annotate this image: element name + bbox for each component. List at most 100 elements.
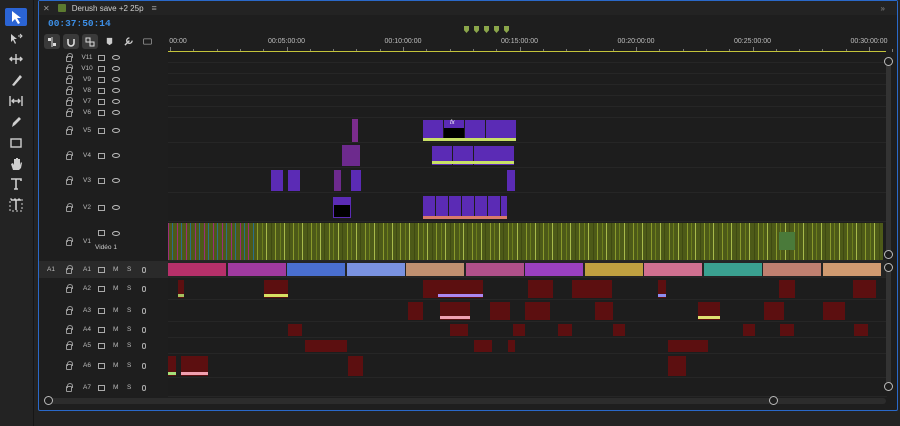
video-clip[interactable] [507,170,515,191]
track-name[interactable]: V7 [79,98,95,105]
v1-stripe[interactable] [677,223,679,260]
v1-stripe[interactable] [485,223,487,260]
track-name[interactable]: V6 [79,109,95,116]
v1-stripe[interactable] [637,223,639,260]
video-clip[interactable] [462,196,474,217]
thumbnail-clip[interactable] [779,232,795,250]
audio-clip[interactable] [572,280,612,298]
v1-stripe[interactable] [615,223,616,260]
v1-stripe[interactable] [248,223,250,260]
scroll-handle-top[interactable] [884,263,893,272]
v1-stripe[interactable] [838,223,840,260]
video-clip[interactable] [288,170,300,191]
v1-stripe[interactable] [673,223,675,260]
sync-lock-icon[interactable] [98,308,105,314]
sync-lock-icon[interactable] [98,363,105,369]
mute-button[interactable]: M [113,266,118,273]
v1-stripe[interactable] [869,223,871,260]
sync-lock-icon[interactable] [98,384,105,391]
audio-clip[interactable] [853,280,876,298]
track-lane-v6[interactable] [168,107,887,118]
v1-stripe[interactable] [230,223,232,260]
audio-clip[interactable] [584,263,643,276]
track-name[interactable]: V5 [79,127,95,134]
v1-stripe[interactable] [333,223,335,260]
caption-tool-icon[interactable] [5,196,27,214]
audio-clip[interactable] [168,263,226,276]
v1-stripe[interactable] [744,223,746,260]
track-name[interactable]: A2 [79,285,95,292]
video-clip[interactable] [342,145,360,166]
track-name[interactable]: V11 [79,54,95,61]
track-name[interactable]: A3 [79,307,95,314]
audio-clip[interactable] [287,263,345,276]
video-clip[interactable] [423,196,435,217]
v1-stripe[interactable] [168,223,169,260]
v1-stripe[interactable] [874,223,876,260]
v1-stripe[interactable] [413,223,415,260]
clip-bar[interactable] [423,216,507,219]
v1-stripe[interactable] [306,223,308,260]
eye-icon[interactable] [112,87,120,93]
v1-stripe[interactable] [588,223,590,260]
v1-stripe[interactable] [842,223,844,260]
lock-icon[interactable] [66,107,73,117]
lock-icon[interactable] [66,63,73,73]
v1-stripe[interactable] [302,223,304,260]
video-vertical-scrollbar[interactable] [884,57,893,259]
v1-stripe[interactable] [342,223,344,260]
scroll-handle-bottom[interactable] [884,250,893,259]
clip-bar[interactable] [432,161,514,164]
v1-stripe[interactable] [494,223,496,260]
v1-stripe[interactable] [749,223,751,260]
v1-stripe[interactable] [820,223,822,260]
audio-clip-bar[interactable] [181,372,208,375]
v1-stripe[interactable] [708,223,710,260]
v1-stripe[interactable] [534,223,536,260]
audio-clip[interactable] [558,324,572,336]
v1-stripe[interactable] [395,223,397,260]
eye-icon[interactable] [112,98,120,104]
v1-stripe[interactable] [659,223,661,260]
track-select-tool-icon[interactable] [5,30,27,48]
v1-stripe[interactable] [185,223,187,260]
eye-icon[interactable] [112,204,120,210]
audio-clip[interactable] [528,280,553,298]
v1-stripe[interactable] [775,223,777,260]
track-name[interactable]: A5 [79,342,95,349]
v1-stripe[interactable] [378,223,380,260]
track-lane-v10[interactable] [168,63,887,74]
track-name[interactable]: V1 [79,238,95,245]
sync-lock-icon[interactable] [98,204,105,211]
lock-icon[interactable] [66,85,73,95]
sync-lock-icon[interactable] [98,286,105,292]
eye-icon[interactable] [112,127,120,133]
v1-stripe[interactable] [802,223,804,260]
sync-lock-icon[interactable] [98,152,105,159]
v1-stripe[interactable] [239,223,241,260]
v1-stripe[interactable] [753,223,755,260]
video-clip[interactable] [351,170,361,191]
v1-stripe[interactable] [646,223,648,260]
wrench-icon[interactable] [120,34,136,49]
audio-clip[interactable] [822,263,881,276]
zoom-handle-left[interactable] [44,396,53,405]
hand-tool-icon[interactable] [5,155,27,173]
audio-clip[interactable] [854,324,868,336]
v1-stripe[interactable] [731,223,733,260]
solo-button[interactable]: S [127,326,131,333]
v1-stripe[interactable] [471,223,473,260]
v1-stripe[interactable] [270,223,272,260]
v1-stripe[interactable] [561,223,563,260]
v1-stripe[interactable] [337,223,339,260]
v1-stripe[interactable] [717,223,719,260]
lock-icon[interactable] [66,74,73,84]
sequence-tab-title[interactable]: Derush save +2 25p [72,4,144,13]
track-lane-a7[interactable] [168,378,887,397]
audio-clip[interactable] [644,263,702,276]
v1-stripe[interactable] [829,223,831,260]
v1-stripe[interactable] [592,223,594,260]
eye-icon[interactable] [112,54,120,60]
v1-stripe[interactable] [543,223,545,260]
video-clip[interactable] [488,196,500,217]
